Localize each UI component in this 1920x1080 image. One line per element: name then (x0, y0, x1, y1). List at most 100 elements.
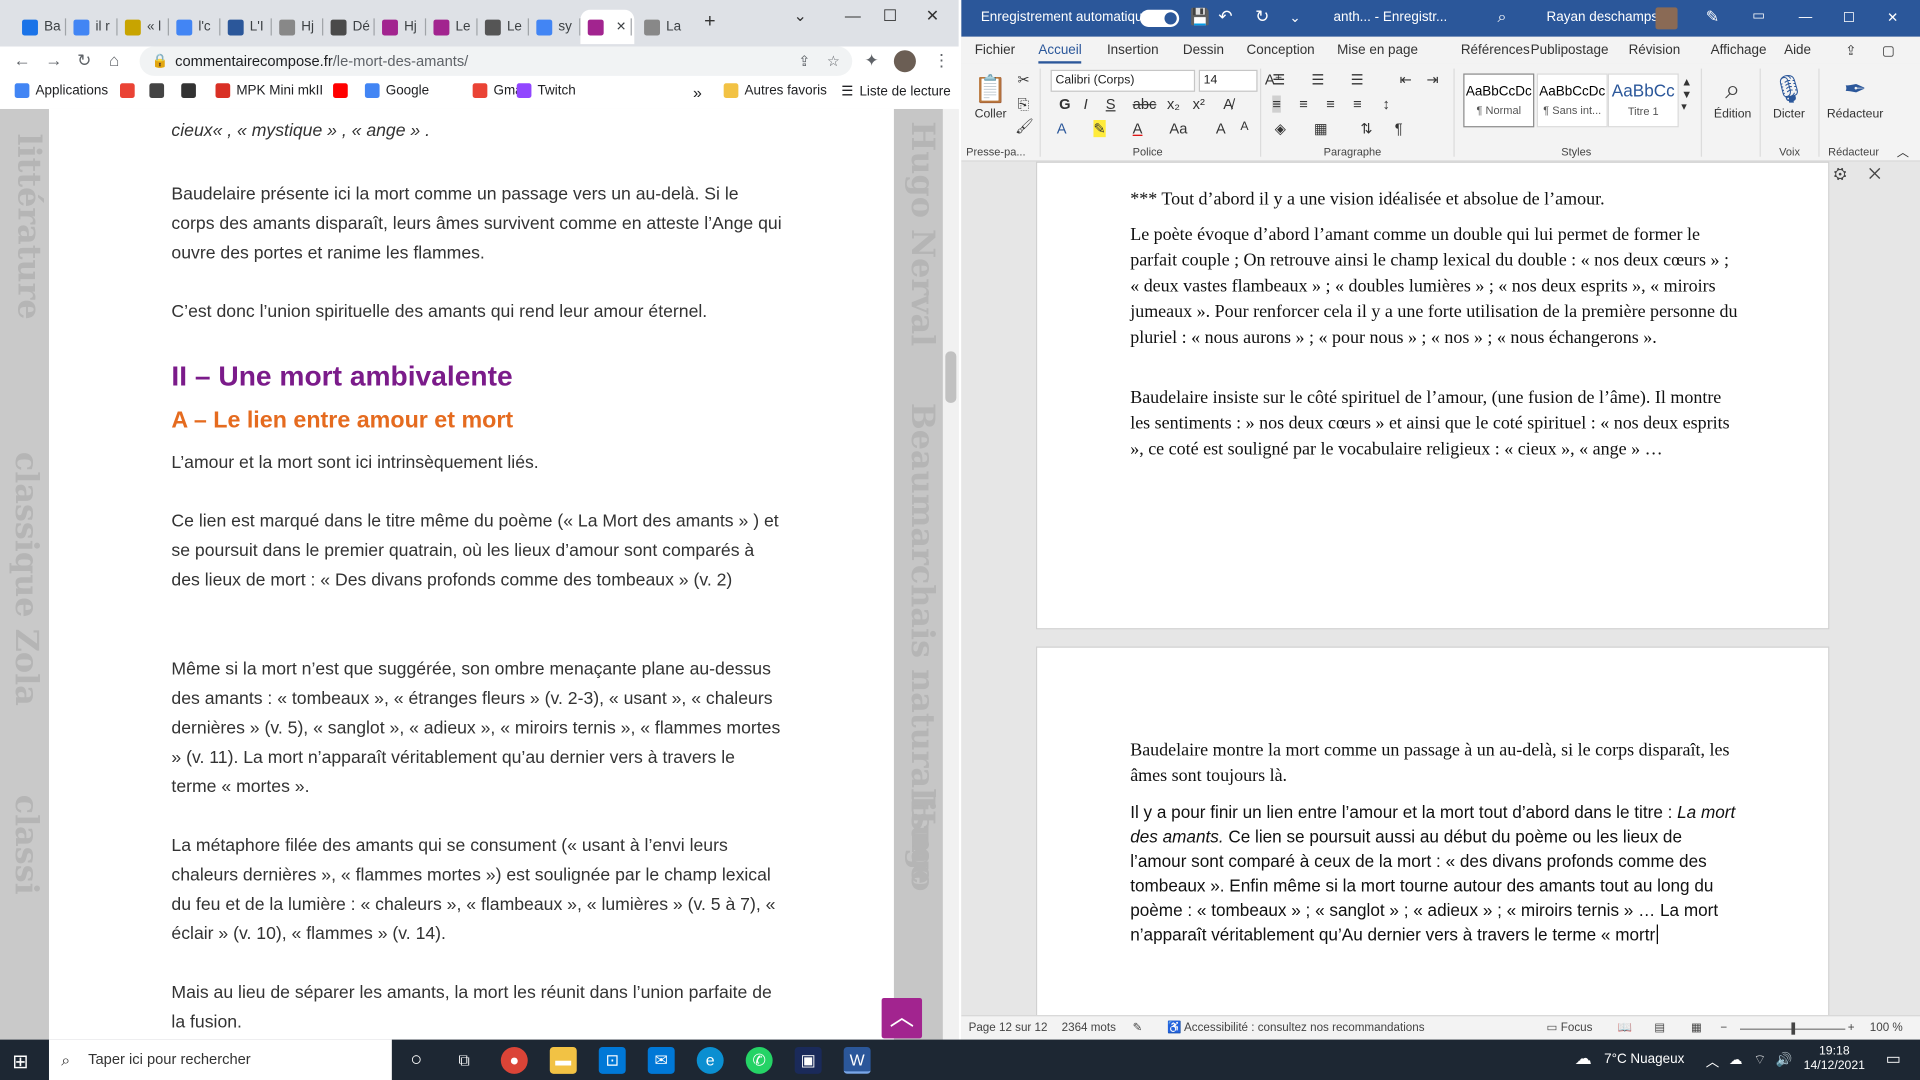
windows-start-icon[interactable]: ⊞ (12, 1049, 28, 1073)
home-icon[interactable]: ⌂ (109, 50, 119, 70)
bookmark[interactable] (181, 83, 202, 98)
tab[interactable]: L'I (220, 10, 269, 44)
editor-button[interactable]: ✒ Rédacteur (1818, 71, 1891, 121)
paste-button[interactable]: 📋 Coller (961, 71, 1020, 121)
mail-icon[interactable]: ✉ (647, 1046, 675, 1074)
app-icon[interactable]: ▣ (794, 1046, 822, 1074)
font-color-icon[interactable]: A (1133, 120, 1143, 137)
borders-icon[interactable]: ▦ (1314, 120, 1328, 137)
ribbon-tab[interactable]: Aide (1784, 43, 1811, 58)
decrease-indent-icon[interactable]: ⇤ (1400, 71, 1412, 88)
maximize-icon[interactable]: ☐ (1843, 10, 1855, 26)
minimize-icon[interactable]: — (1799, 10, 1812, 25)
word-icon[interactable]: W (843, 1046, 871, 1074)
text-effects-icon[interactable]: A (1057, 120, 1067, 137)
cut-icon[interactable]: ✂ (1018, 71, 1030, 88)
change-case-icon[interactable]: Aa (1169, 120, 1187, 137)
store-icon[interactable]: ⊡ (598, 1046, 626, 1074)
highlight-icon[interactable]: ✎ (1093, 120, 1106, 138)
tray-up-icon[interactable]: ︿ (1706, 1052, 1719, 1072)
autosave-toggle[interactable] (1140, 9, 1180, 27)
ribbon-tab[interactable]: Insertion (1107, 43, 1159, 58)
scrollbar-thumb[interactable] (945, 351, 957, 403)
edge-icon[interactable]: e (696, 1046, 724, 1074)
chrome-icon[interactable]: ● (500, 1046, 528, 1074)
multilevel-icon[interactable]: ☰ (1351, 71, 1364, 88)
tab[interactable]: il r (66, 10, 115, 44)
ribbon-display-icon[interactable]: ▭ (1752, 7, 1765, 24)
file-explorer-icon[interactable]: ▬ (549, 1046, 577, 1074)
search-icon[interactable]: ⌕ (1498, 7, 1507, 27)
maximize-icon[interactable]: ☐ (883, 6, 897, 26)
avatar[interactable] (1655, 7, 1678, 30)
sort-icon[interactable]: ⇅ (1360, 120, 1372, 137)
share-icon[interactable]: ⇪ (1845, 43, 1856, 59)
styles-scroll-icon[interactable]: ▲ ▼ ▾ (1681, 76, 1692, 114)
focus-button[interactable]: ▭ Focus (1547, 1021, 1593, 1034)
volume-icon[interactable]: 🔊 (1776, 1052, 1793, 1068)
pen-icon[interactable]: ✎ (1706, 7, 1719, 27)
ribbon-tab[interactable]: Affichage (1711, 43, 1767, 58)
tab[interactable]: La (637, 10, 686, 44)
back-to-top-button[interactable]: ︿ (881, 997, 923, 1039)
ribbon-tab[interactable]: Conception (1247, 43, 1315, 58)
customize-icon[interactable]: ⌄ (1289, 10, 1300, 26)
grow-icon[interactable]: A (1216, 120, 1226, 137)
whatsapp-icon[interactable]: ✆ (745, 1046, 773, 1074)
font-name-select[interactable]: Calibri (Corps) (1050, 69, 1196, 92)
word-count[interactable]: 2364 mots (1062, 1021, 1116, 1034)
bookmark[interactable]: MPK Mini mkII (215, 83, 323, 98)
copy-icon[interactable]: ⎘ (1018, 96, 1030, 114)
read-mode-icon[interactable]: 📖 (1618, 1021, 1633, 1034)
ribbon-tab[interactable]: Révision (1629, 43, 1681, 58)
line-spacing-icon[interactable]: ↕ (1382, 96, 1389, 113)
tab[interactable]: « l (118, 10, 167, 44)
justify-icon[interactable]: ≡ (1353, 96, 1362, 113)
bullets-icon[interactable]: ☰ (1272, 71, 1285, 88)
shrink-icon[interactable]: A (1240, 120, 1248, 133)
clock[interactable]: 19:18 14/12/2021 (1804, 1044, 1865, 1073)
chevron-down-icon[interactable]: ⌄ (793, 6, 806, 26)
network-icon[interactable]: ☁ (1729, 1052, 1742, 1068)
align-left-icon[interactable]: ≡ (1272, 95, 1281, 113)
font-size-select[interactable]: 14 (1198, 69, 1258, 92)
zoom-in-icon[interactable]: + (1848, 1021, 1855, 1034)
clear-format-icon[interactable]: A̸ (1223, 96, 1233, 113)
reload-icon[interactable]: ↻ (77, 50, 91, 71)
redo-icon[interactable]: ↻ (1255, 6, 1269, 27)
extensions-icon[interactable]: ✦ (864, 50, 878, 71)
strikethrough-icon[interactable]: abc (1133, 96, 1157, 113)
collapse-ribbon-icon[interactable]: ︿ (1897, 142, 1909, 160)
bookmark[interactable] (149, 83, 170, 98)
taskbar-search[interactable]: ⌕ Taper ici pour rechercher (48, 1039, 392, 1080)
reading-list[interactable]: ☰ Liste de lecture (841, 83, 951, 99)
accessibility-status[interactable]: ♿ Accessibilité : consultez nos recomman… (1167, 1021, 1425, 1034)
italic-icon[interactable]: I (1084, 96, 1088, 113)
ribbon-tab[interactable]: Publipostage (1531, 43, 1609, 58)
scrollbar[interactable] (942, 108, 959, 1040)
address-bar[interactable]: 🔒 commentairecompose.fr/le-mort-des-aman… (139, 46, 853, 76)
tab[interactable]: Hj (375, 10, 424, 44)
bookmark[interactable]: Twitch (516, 83, 576, 98)
forward-icon[interactable]: → (45, 50, 62, 70)
avatar[interactable] (893, 50, 916, 73)
shading-icon[interactable]: ◈ (1275, 120, 1286, 137)
ribbon-tab[interactable]: Accueil (1038, 43, 1083, 64)
minimize-icon[interactable]: — (845, 6, 861, 24)
dictate-button[interactable]: 🎙 Dicter (1752, 71, 1825, 121)
bookmark[interactable]: Applications (14, 83, 108, 98)
bookmark[interactable] (333, 83, 354, 98)
tab[interactable]: ✕ (580, 9, 635, 45)
tab[interactable]: Le (426, 10, 475, 44)
other-favorites[interactable]: Autres favoris (723, 83, 827, 98)
numbering-icon[interactable]: ☰ (1311, 71, 1324, 88)
tab-close-icon[interactable]: ✕ (616, 20, 626, 33)
close-icon[interactable]: ✕ (1887, 10, 1898, 26)
comments-icon[interactable]: ▢ (1882, 43, 1895, 59)
style-option[interactable]: AaBbCcDc ¶ Sans int... (1536, 73, 1608, 128)
notifications-icon[interactable]: ▭ (1886, 1049, 1901, 1069)
style-option[interactable]: AaBbCcDc ¶ Normal (1463, 73, 1535, 128)
tab[interactable]: Hj (272, 10, 321, 44)
style-option[interactable]: AaBbCc Titre 1 (1607, 73, 1679, 128)
ribbon-tab[interactable]: Fichier (975, 43, 1015, 58)
